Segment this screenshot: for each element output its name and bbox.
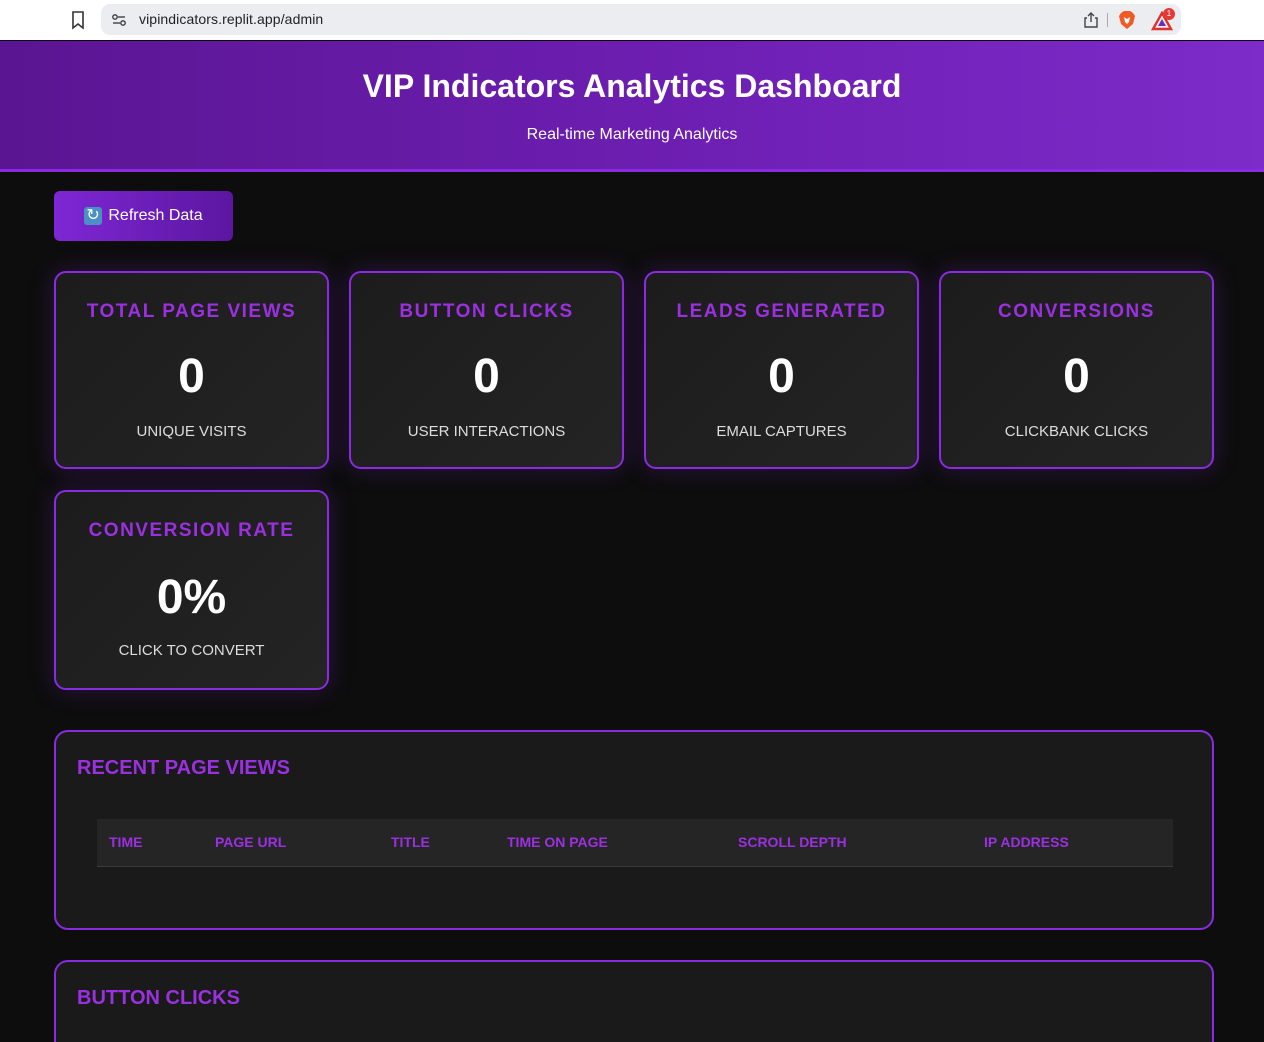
section-title: BUTTON CLICKS (77, 987, 240, 1009)
stat-value: 0 (178, 350, 205, 403)
notification-badge: 1 (1163, 8, 1175, 20)
stat-card-leads-generated: LEADS GENERATED 0 EMAIL CAPTURES (644, 271, 919, 469)
button-clicks-section: BUTTON CLICKS (54, 960, 1214, 1042)
recent-page-views-section: RECENT PAGE VIEWS TIME PAGE URL TITLE TI… (54, 730, 1214, 930)
stat-label: CONVERSIONS (998, 301, 1155, 322)
column-header-page-url[interactable]: PAGE URL (215, 834, 286, 850)
dashboard-header: VIP Indicators Analytics Dashboard Real-… (0, 41, 1264, 172)
column-header-time[interactable]: TIME (109, 834, 142, 850)
url-text[interactable]: vipindicators.replit.app/admin (139, 11, 323, 27)
share-icon[interactable] (1083, 11, 1099, 29)
stat-value: 0 (473, 350, 500, 403)
stat-card-total-page-views: TOTAL PAGE VIEWS 0 UNIQUE VISITS (54, 271, 329, 469)
refresh-label: Refresh Data (108, 207, 203, 224)
stat-caption: CLICK TO CONVERT (118, 642, 265, 659)
stat-card-conversion-rate: CONVERSION RATE 0% CLICK TO CONVERT (54, 490, 329, 690)
column-header-scroll-depth[interactable]: SCROLL DEPTH (738, 834, 847, 850)
page-views-table-header: TIME PAGE URL TITLE TIME ON PAGE SCROLL … (97, 819, 1173, 867)
page-title: VIP Indicators Analytics Dashboard (362, 68, 902, 104)
browser-toolbar: vipindicators.replit.app/admin 1 (0, 0, 1264, 40)
stat-value: 0 (1063, 350, 1090, 403)
stat-caption: CLICKBANK CLICKS (1004, 423, 1149, 440)
refresh-data-button[interactable]: Refresh Data (54, 191, 233, 241)
stat-value: 0 (768, 350, 795, 403)
address-bar[interactable]: vipindicators.replit.app/admin 1 (101, 4, 1181, 35)
refresh-icon (84, 205, 103, 225)
site-settings-icon[interactable] (111, 12, 127, 28)
bookmark-icon[interactable] (70, 10, 86, 30)
toolbar-divider (1107, 13, 1108, 27)
stat-value: 0% (156, 571, 227, 624)
stat-card-conversions: CONVERSIONS 0 CLICKBANK CLICKS (939, 271, 1214, 469)
section-title: RECENT PAGE VIEWS (77, 757, 290, 779)
stat-label: LEADS GENERATED (676, 301, 887, 322)
stat-caption: EMAIL CAPTURES (716, 423, 847, 440)
stat-label: CONVERSION RATE (88, 520, 295, 541)
brave-shields-icon[interactable] (1118, 10, 1136, 30)
stat-label: TOTAL PAGE VIEWS (86, 301, 297, 322)
stat-caption: USER INTERACTIONS (407, 423, 566, 440)
stat-card-button-clicks: BUTTON CLICKS 0 USER INTERACTIONS (349, 271, 624, 469)
stat-caption: UNIQUE VISITS (136, 423, 247, 440)
stat-label: BUTTON CLICKS (399, 301, 574, 322)
column-header-title[interactable]: TITLE (391, 834, 430, 850)
column-header-time-on-page[interactable]: TIME ON PAGE (507, 834, 608, 850)
page-subtitle: Real-time Marketing Analytics (526, 126, 738, 143)
column-header-ip-address[interactable]: IP ADDRESS (984, 834, 1069, 850)
